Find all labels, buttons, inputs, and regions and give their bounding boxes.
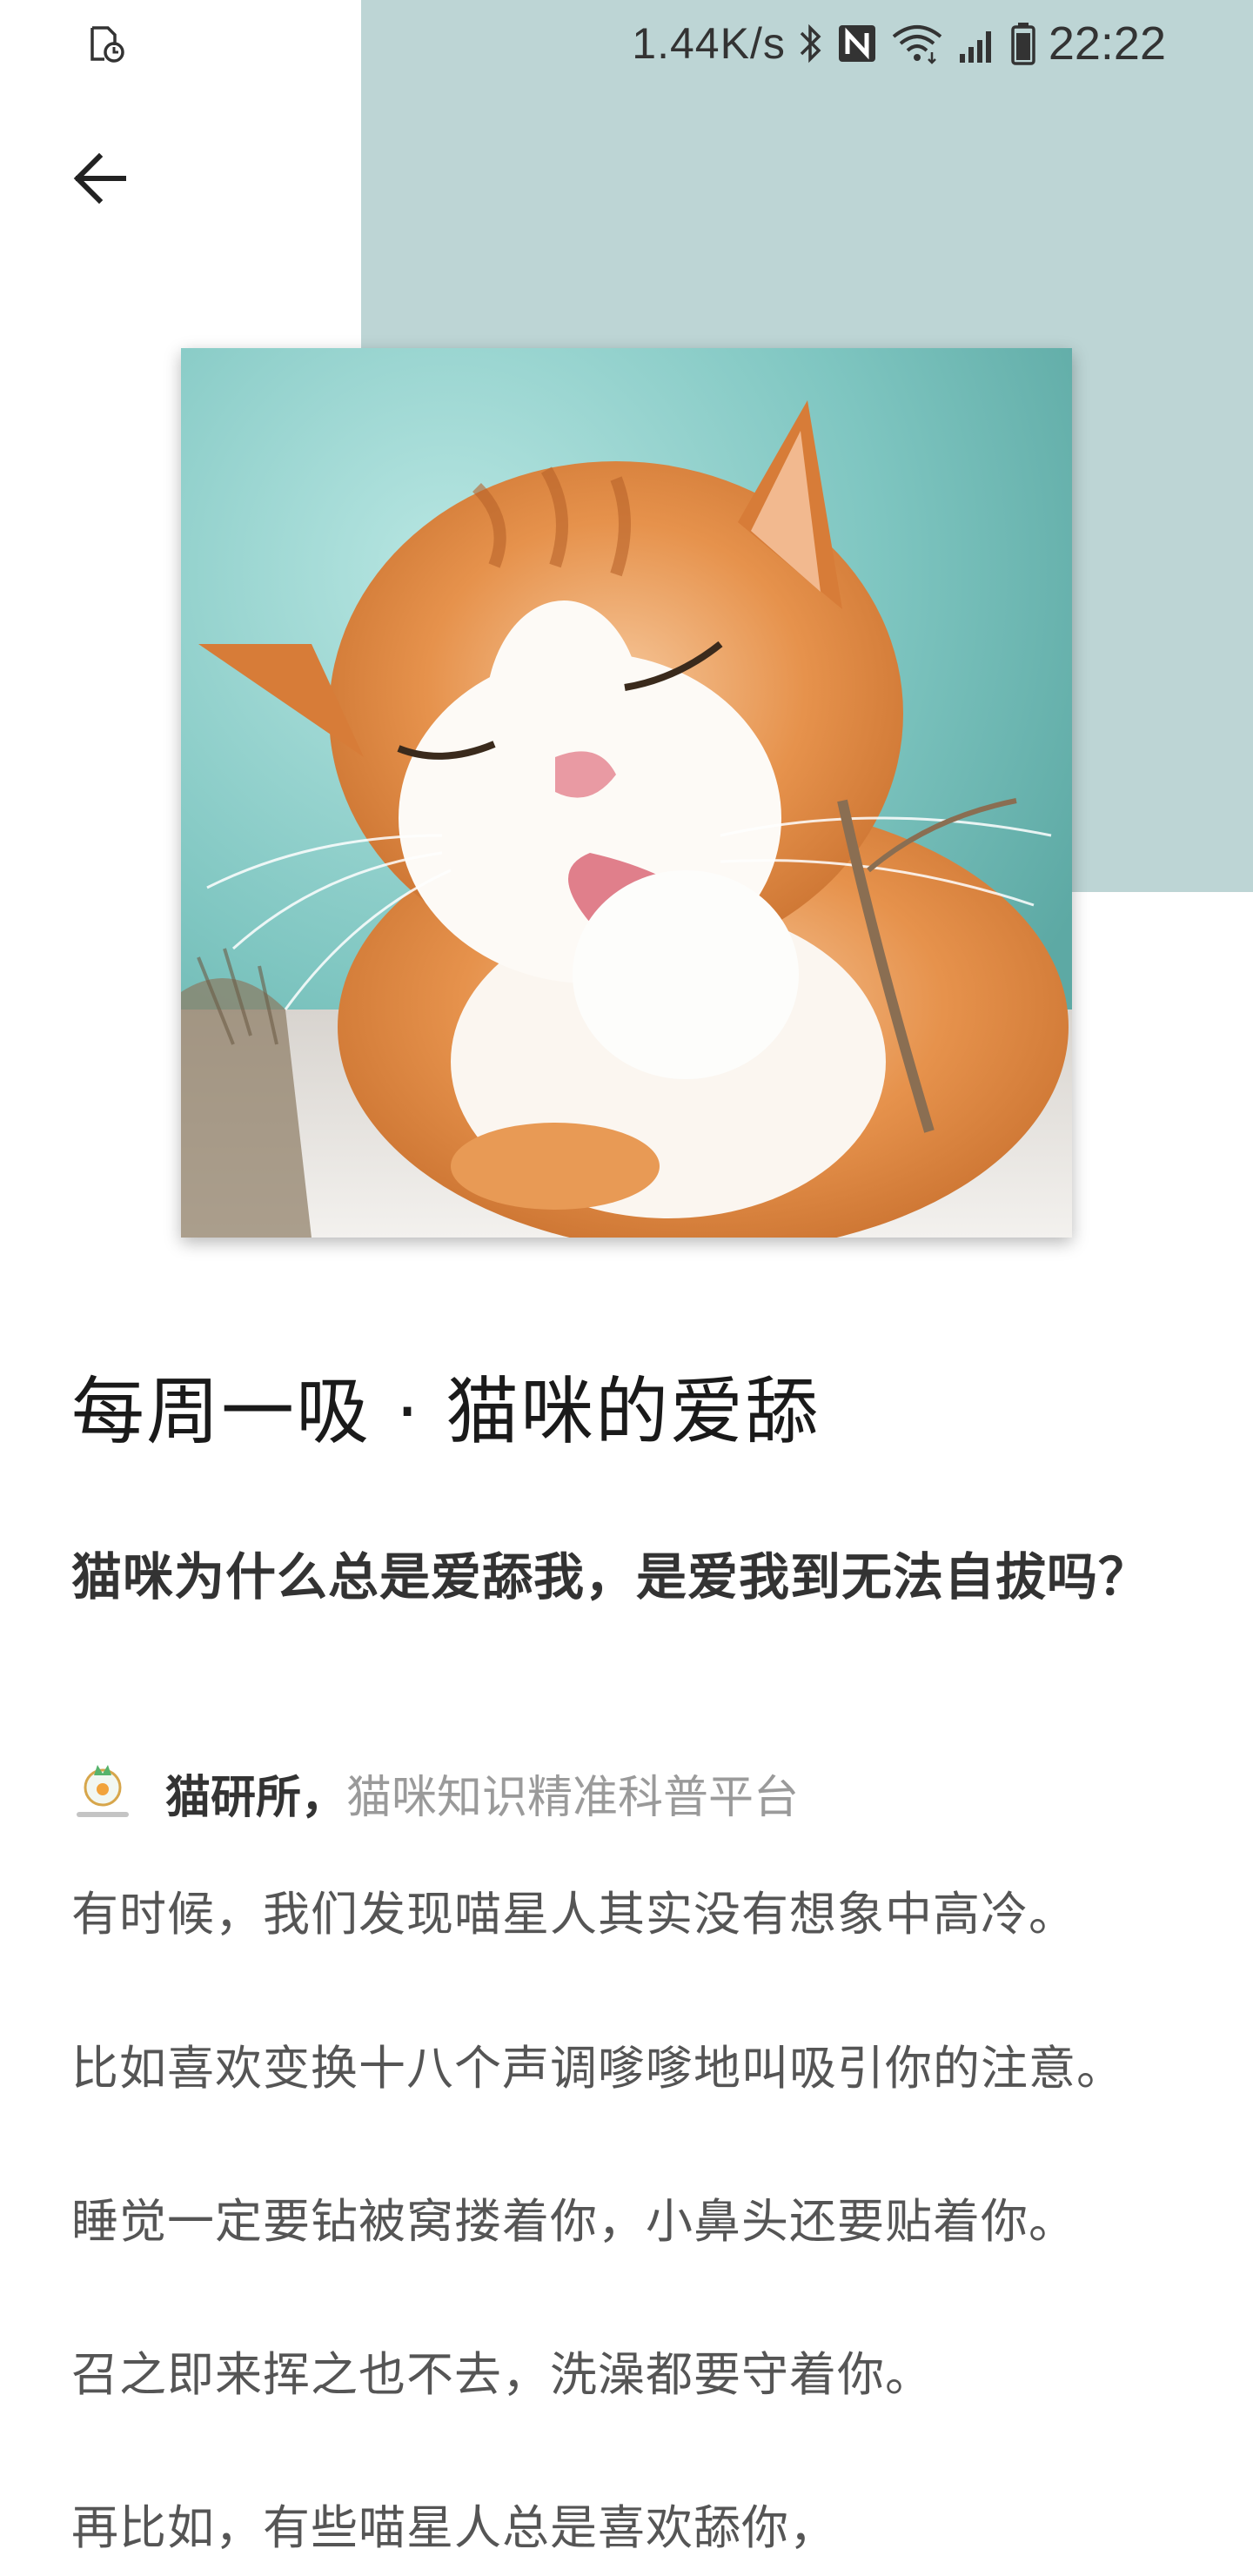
battery-icon <box>1011 23 1035 65</box>
article-page: 1.44K/s 22:22 每周一吸 · 猫咪的爱舔 猫咪为什么总是爱舔我，是爱… <box>0 0 1253 2576</box>
article-title: 每周一吸 · 猫咪的爱舔 <box>71 1369 821 1454</box>
back-button[interactable] <box>61 139 139 218</box>
body-paragraph: 召之即来挥之也不去，洗澡都要守着你。 <box>71 2347 933 2402</box>
body-paragraph: 比如喜欢变换十八个声调嗲嗲地叫吸引你的注意。 <box>71 2041 1124 2096</box>
network-speed: 1.44K/s <box>632 19 786 68</box>
signal-icon <box>959 31 991 63</box>
cat-licking-paw-photo <box>181 348 1072 1238</box>
article-cover-image <box>181 348 1072 1238</box>
body-paragraph: 再比如，有些喵星人总是喜欢舔你， <box>71 2500 837 2555</box>
nfc-icon <box>838 25 875 62</box>
article-subtitle: 猫咪为什么总是爱舔我，是爱我到无法自拔吗？ <box>71 1547 1150 1607</box>
status-bar: 1.44K/s 22:22 <box>0 0 1253 87</box>
author-description: 猫咪知识精准科普平台 <box>346 1771 800 1824</box>
clock: 22:22 <box>1048 17 1166 70</box>
author-logo-icon <box>77 1765 129 1817</box>
body-paragraph: 有时候，我们发现喵星人其实没有想象中高冷。 <box>71 1887 1076 1942</box>
author-name[interactable]: 猫研所， <box>165 1761 346 1826</box>
author-row[interactable]: 猫研所， 猫咪知识精准科普平台 <box>68 1754 799 1832</box>
arrow-left-icon <box>73 152 126 205</box>
status-indicators: 1.44K/s 22:22 <box>632 16 1166 71</box>
bluetooth-icon <box>800 23 821 64</box>
body-paragraph: 睡觉一定要钻被窝搂着你，小鼻头还要贴着你。 <box>71 2194 1076 2249</box>
sim-card-clock-icon <box>87 24 125 63</box>
wifi-icon <box>892 25 942 64</box>
